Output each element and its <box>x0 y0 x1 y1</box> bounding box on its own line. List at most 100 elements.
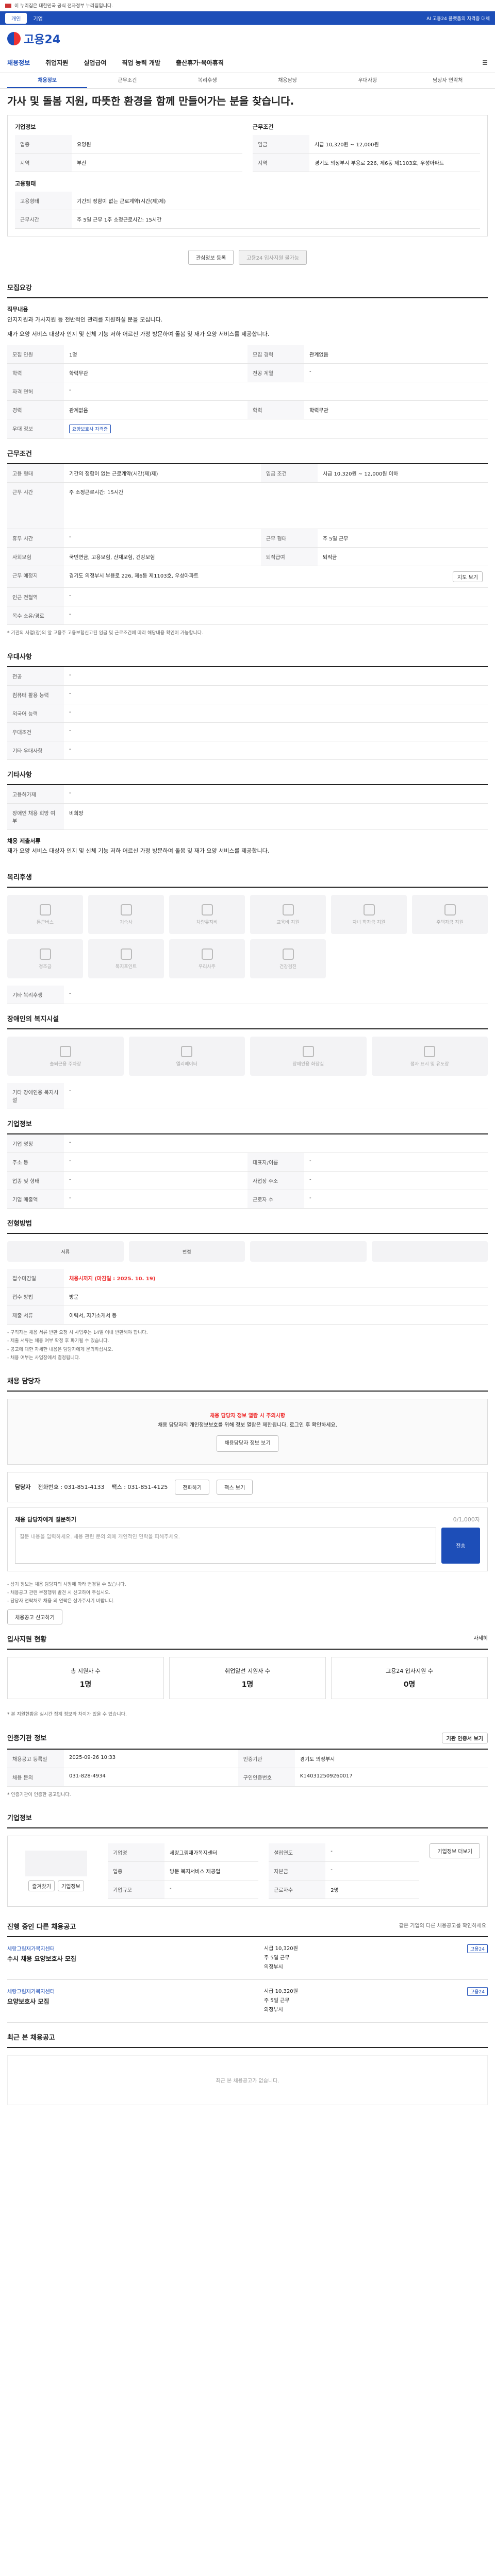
contact-section-title: 채용 담당자 <box>7 1366 488 1392</box>
table-row: 경력 관계없음 학력 학력무관 <box>7 400 488 420</box>
manager-card: 담당자 전화번호 : 031-851-4133 팩스 : 031-851-412… <box>7 1471 488 1502</box>
elevator-icon <box>181 1045 193 1057</box>
corp-table: 기업명 세랑그림재가복지센터 업종 방문 복지서비스 제공업 기업규모 - <box>108 1843 259 1899</box>
corp-info-button[interactable]: 기업정보 <box>58 1880 84 1892</box>
nav-item-leave[interactable]: 출산휴가·육아휴직 <box>176 58 224 67</box>
table-row: 자격 면허 - <box>7 382 488 401</box>
company-info-table: 업종 요양원 지역 부산 <box>15 135 242 172</box>
step-item <box>371 1241 488 1262</box>
bookmark-button[interactable]: 관심정보 등록 <box>188 250 234 265</box>
fax-button[interactable]: 팩스 보기 <box>217 1479 253 1495</box>
process-steps: 서류 면접 <box>7 1234 488 1269</box>
section-tabs: 채용정보 근무조건 복리후생 채용담당 우대사항 담당자 연락처 <box>0 73 495 89</box>
welfare-item: 복지포인트 <box>88 939 164 979</box>
parking-icon <box>59 1045 71 1057</box>
table-row: 접수마감일 채용시까지 (마감일 : 2025. 10. 19) <box>7 1269 488 1288</box>
disabled-grid: 출퇴근용 주차장 엘리베이터 장애인용 화장실 점자 표시 및 유도장 <box>7 1029 488 1083</box>
table-row: 고용 형태 기간의 정함이 없는 근로계약(시간(제)제) 임금 조건 시급 10,3… <box>7 464 488 483</box>
gift-icon <box>39 948 51 960</box>
flag-icon <box>5 3 11 8</box>
hire-type-label: 고용형태 <box>15 180 36 187</box>
table-row: 근무 예정지 경기도 의정부시 부용로 226, 제6동 제1103호, 우성아파… <box>7 566 488 588</box>
braille-icon <box>424 1045 436 1057</box>
salary-label: 근무조건 <box>253 124 274 130</box>
welfare-item: 주택자금 지원 <box>412 895 488 935</box>
manager-label: 담당자 <box>15 1484 31 1491</box>
apply-stats: 총 지원자 수 1명 취업알선 지원자 수 1명 고용24 입사지원 수 0명 <box>7 1650 488 1706</box>
apply-button[interactable]: 고용24 입사지원 불가능 <box>239 250 307 265</box>
stat-item: 총 지원자 수 1명 <box>7 1657 164 1700</box>
tab-contact[interactable]: 담당자 연락처 <box>408 73 488 88</box>
process-notes: - 구직자는 채용 서류 반환 요청 시 사업주는 14일 이내 반환해야 합니… <box>7 1330 148 1361</box>
recruit-section-title: 모집요강 <box>7 273 488 298</box>
point-icon <box>120 948 132 960</box>
main-nav: 채용정보 취업지원 실업급여 직업 능력 개발 출산휴가·육아휴직 ☰ <box>0 53 495 73</box>
platform-link[interactable]: AI 고용24 플랫폼의 자격증 대체 <box>426 15 490 22</box>
corp-bookmark-button[interactable]: 즐겨찾기 <box>28 1880 55 1892</box>
nav-item-unemployment[interactable]: 실업급여 <box>84 58 106 67</box>
recent-section-title: 최근 본 채용공고 <box>7 2023 488 2048</box>
step-item: 면접 <box>128 1241 245 1262</box>
table-row: 전공 - <box>7 667 488 686</box>
salary-table: 임금 시급 10,320원 ~ 12,000원 지역 경기도 의정부시 부용로 22… <box>253 135 480 172</box>
cert-button[interactable]: 기관 인증서 보기 <box>441 1732 488 1743</box>
inquiry-card: 채용 담당자에게 질문하기 0/1,000자 질문 내용을 입력하세요. 채용 … <box>7 1507 488 1571</box>
welfare-item: 기숙사 <box>88 895 164 935</box>
site-logo[interactable]: 고용24 <box>7 30 60 47</box>
welfare-other-table: 기타 복리후생 - <box>7 986 488 1005</box>
list-item[interactable]: 세랑그림재가복지센터 요양보호사 모집 시급 10,320원 주 5일 근무 의… <box>7 1980 488 2023</box>
conditions-section-title: 근무조건 <box>7 439 488 465</box>
welfare-item: 교육비 지원 <box>250 895 326 935</box>
list-item[interactable]: 세랑그림재가복지센터 수시 채용 요양보호사 모집 시급 10,320원 주 5… <box>7 1937 488 1980</box>
report-button[interactable]: 채용공고 신고하기 <box>7 1609 62 1625</box>
menu-icon[interactable]: ☰ <box>482 59 488 66</box>
apply-stats-title: 입사지원 현황 자세히 <box>7 1624 488 1650</box>
tab-personal[interactable]: 개인 <box>5 12 27 24</box>
welfare-grid: 통근버스 기숙사 차량유지비 교육비 지원 자녀 학자금 지원 주택자금 지원 … <box>7 888 488 986</box>
table-row: 업종 및 형태 - 사업장 주소 - <box>7 1171 488 1191</box>
preference-table: 전공 - 컴퓨터 활용 능력 - 외국어 능력 - 우대조건 - 기타 우대사항 - <box>7 667 488 760</box>
car-icon <box>201 904 213 916</box>
table-row: 장애인 채용 희망 여부 비희망 <box>7 803 488 830</box>
inquiry-textarea[interactable]: 질문 내용을 입력하세요. 채용 관련 문의 외에 개인적인 연락을 피해주세요… <box>15 1527 436 1564</box>
duty-text: 인지지원과 가사지원 등 전반적인 관리를 지원하실 분을 모십니다. <box>7 316 163 323</box>
contact-notice-text: 채용 담당자의 개인정보보호를 위해 정보 열람은 제한됩니다. 로그인 후 확… <box>158 1422 337 1428</box>
cert-section-title: 인증기관 정보 기관 인증서 보기 <box>7 1723 488 1750</box>
apply-stats-link[interactable]: 자세히 <box>473 1634 488 1643</box>
welfare-section-title: 복리후생 <box>7 862 488 888</box>
inquiry-count: 0/1,000자 <box>453 1516 480 1523</box>
site-header: 고용24 <box>0 25 495 53</box>
tab-welfare[interactable]: 복리후생 <box>168 73 248 88</box>
table-row: 휴무 시간 - 근무 형태 주 5일 근무 <box>7 529 488 548</box>
welfare-item: 경조금 <box>7 939 83 979</box>
user-type-bar: 개인 기업 AI 고용24 플랫폼의 자격증 대체 <box>0 11 495 25</box>
tab-conditions[interactable]: 근무조건 <box>87 73 167 88</box>
table-row: 주소 등 - 대표자/이름 - <box>7 1153 488 1172</box>
preference-section-title: 우대사항 <box>7 642 488 667</box>
tab-preference[interactable]: 우대사항 <box>327 73 407 88</box>
table-row: 우대조건 - <box>7 722 488 741</box>
corp-more-button[interactable]: 기업정보 더보기 <box>430 1843 480 1858</box>
company-section-title: 기업정보 <box>7 1109 488 1135</box>
conditions-table: 고용 형태 기간의 정함이 없는 근로계약(시간(제)제) 임금 조건 시급 10,3… <box>7 464 488 625</box>
tab-hiring[interactable]: 채용담당 <box>248 73 327 88</box>
welfare-item: 자녀 학자금 지원 <box>331 895 407 935</box>
reveal-contact-button[interactable]: 채용담당자 정보 보기 <box>217 1435 278 1452</box>
nav-item-support[interactable]: 취업지원 <box>45 58 68 67</box>
tab-recruit[interactable]: 채용정보 <box>7 73 88 88</box>
map-button[interactable]: 지도 보기 <box>453 571 483 583</box>
call-button[interactable]: 전화하기 <box>175 1479 210 1495</box>
table-row: 고용허가제 - <box>7 785 488 804</box>
recent-empty: 최근 본 채용공고가 없습니다. <box>7 2055 488 2105</box>
table-row: 접수 방법 방문 <box>7 1287 488 1307</box>
contact-notice-title: 채용 담당자 정보 열람 시 주의사항 <box>209 1413 286 1419</box>
submit-inquiry-button[interactable]: 전송 <box>441 1527 480 1564</box>
duty-label: 직무내용 <box>7 306 28 313</box>
nav-item-training[interactable]: 직업 능력 개발 <box>122 58 161 67</box>
welfare-item: 차량유지비 <box>169 895 245 935</box>
tab-company[interactable]: 기업 <box>27 13 48 24</box>
step-item <box>250 1241 367 1262</box>
cert-table: 채용공고 등록일 2025-09-26 10:33 인증기관 경기도 의정부시 채용 … <box>7 1749 488 1787</box>
table-row: 모집 인원 1명 모집 경력 관계없음 <box>7 345 488 364</box>
nav-item-jobs[interactable]: 채용정보 <box>7 58 30 67</box>
